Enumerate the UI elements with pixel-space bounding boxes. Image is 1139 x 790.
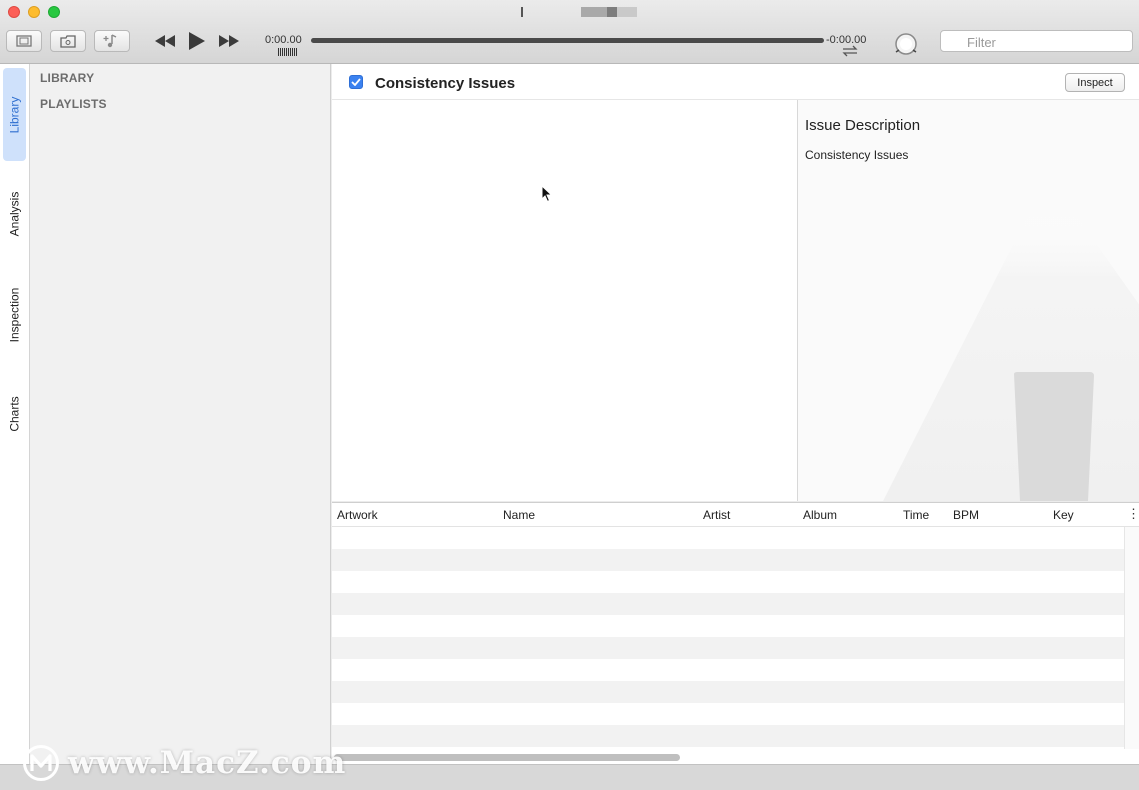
sidebar-section-library[interactable]: LIBRARY — [40, 71, 94, 85]
macz-logo-icon — [23, 745, 59, 781]
issue-description-text: Consistency Issues — [805, 148, 909, 162]
mouse-pointer-icon — [541, 185, 553, 203]
window-toolbar: 0:00.00 -0:00.00 — [0, 0, 1139, 64]
play-button[interactable] — [184, 30, 208, 52]
volume-knob[interactable] — [893, 31, 919, 57]
issue-description-heading: Issue Description — [805, 117, 921, 134]
sidebar-toggle-button[interactable] — [6, 30, 42, 52]
tab-library[interactable]: Library — [3, 68, 26, 161]
close-window-button[interactable] — [8, 6, 20, 18]
tab-analysis[interactable]: Analysis — [3, 169, 26, 259]
consistency-issues-checkbox[interactable] — [349, 75, 363, 89]
add-music-icon — [103, 34, 117, 48]
issues-title: Consistency Issues — [375, 75, 516, 92]
minimize-window-button[interactable] — [28, 6, 40, 18]
table-rows — [332, 527, 1124, 747]
column-options-icon[interactable]: ⋮ — [1127, 506, 1139, 522]
tab-label: Charts — [7, 396, 22, 432]
column-header-bpm[interactable]: BPM — [953, 508, 979, 522]
tab-label: Inspection — [7, 287, 22, 342]
browser-button[interactable] — [50, 30, 86, 52]
table-row[interactable] — [332, 527, 1124, 549]
maximize-window-button[interactable] — [48, 6, 60, 18]
browser-icon — [60, 34, 76, 48]
play-icon — [189, 32, 205, 50]
watermark-text: www.MacZ.com — [68, 745, 347, 781]
tab-label: Analysis — [7, 191, 22, 237]
issues-panel: Consistency Issues Inspect Issue Descrip… — [332, 64, 1139, 501]
tab-inspection[interactable]: Inspection — [3, 267, 26, 362]
column-header-time[interactable]: Time — [903, 508, 929, 522]
elapsed-time: 0:00.00 — [265, 34, 302, 46]
table-header: Artwork Name Artist Album Time BPM Key ⋮ — [332, 503, 1139, 527]
add-music-button[interactable] — [94, 30, 130, 52]
tab-charts[interactable]: Charts — [3, 370, 26, 458]
inspect-button[interactable]: Inspect — [1065, 73, 1125, 92]
vertical-tab-bar: Library Analysis Inspection Charts — [0, 64, 30, 764]
issues-list[interactable] — [332, 100, 798, 501]
filter-input[interactable] — [940, 30, 1133, 52]
tab-label: Library — [7, 96, 22, 133]
table-row[interactable] — [332, 659, 1124, 681]
rewind-button[interactable] — [152, 30, 178, 52]
watermark: www.MacZ.com — [22, 742, 346, 784]
waveform-icon — [278, 48, 297, 56]
issue-description-pane: Issue Description Consistency Issues — [798, 100, 1139, 501]
issues-header: Consistency Issues Inspect — [332, 64, 1139, 100]
column-header-name[interactable]: Name — [503, 508, 535, 522]
vertical-scrollbar[interactable] — [1124, 527, 1139, 749]
table-row[interactable] — [332, 681, 1124, 703]
table-row[interactable] — [332, 615, 1124, 637]
sidebar-toggle-icon — [16, 35, 32, 47]
repeat-icon[interactable] — [840, 45, 860, 57]
column-header-key[interactable]: Key — [1053, 508, 1074, 522]
sidebar-section-playlists[interactable]: PLAYLISTS — [40, 97, 107, 111]
checkmark-icon — [351, 78, 361, 86]
playback-progress-slider[interactable] — [311, 38, 824, 43]
track-table: Artwork Name Artist Album Time BPM Key ⋮ — [332, 502, 1139, 765]
column-header-artist[interactable]: Artist — [703, 508, 730, 522]
horizontal-scrollbar[interactable] — [334, 754, 680, 761]
fast-forward-icon — [219, 35, 239, 47]
library-sidebar: LIBRARY PLAYLISTS — [30, 64, 331, 764]
rewind-icon — [155, 35, 175, 47]
table-row[interactable] — [332, 593, 1124, 615]
table-row[interactable] — [332, 637, 1124, 659]
table-row[interactable] — [332, 725, 1124, 747]
table-row[interactable] — [332, 571, 1124, 593]
table-row[interactable] — [332, 549, 1124, 571]
window-title-obscured — [521, 7, 639, 17]
column-header-album[interactable]: Album — [803, 508, 837, 522]
table-row[interactable] — [332, 703, 1124, 725]
column-header-artwork[interactable]: Artwork — [337, 508, 378, 522]
fast-forward-button[interactable] — [216, 30, 242, 52]
